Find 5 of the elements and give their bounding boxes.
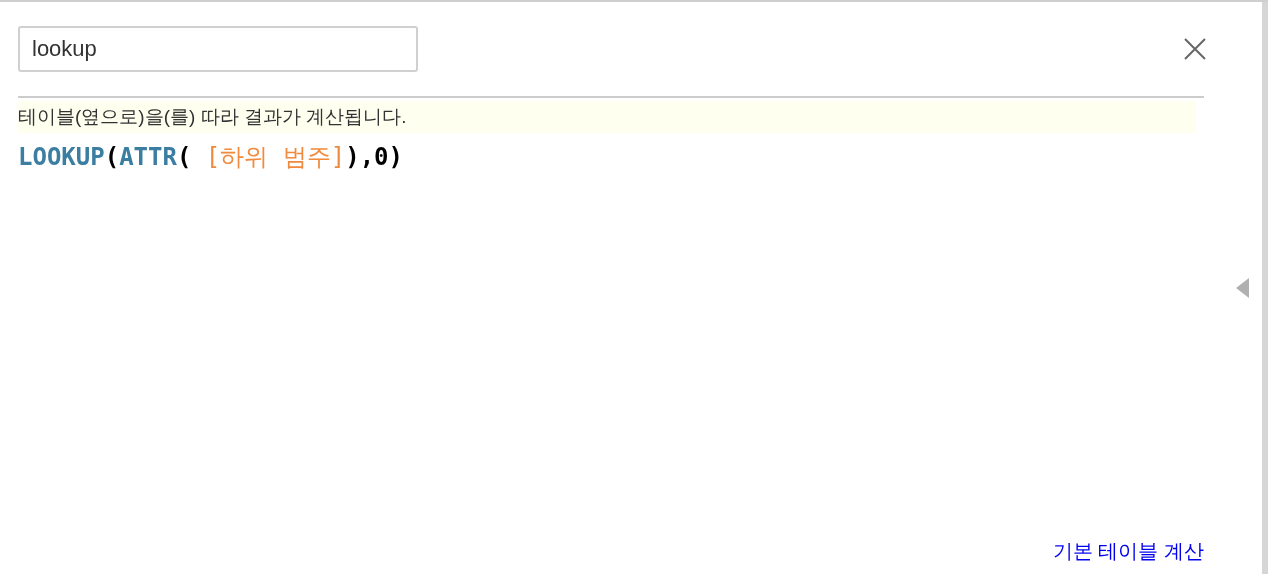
close-icon[interactable] (1184, 38, 1206, 60)
hint-text: 테이블(옆으로)을(를) 따라 결과가 계산됩니다. (18, 101, 1196, 133)
formula-text: LOOKUP(ATTR( [하위 범주]),0) (18, 142, 404, 173)
default-table-calculation-link[interactable]: 기본 테이블 계산 (1052, 536, 1204, 566)
search-field[interactable]: lookup (18, 26, 418, 72)
